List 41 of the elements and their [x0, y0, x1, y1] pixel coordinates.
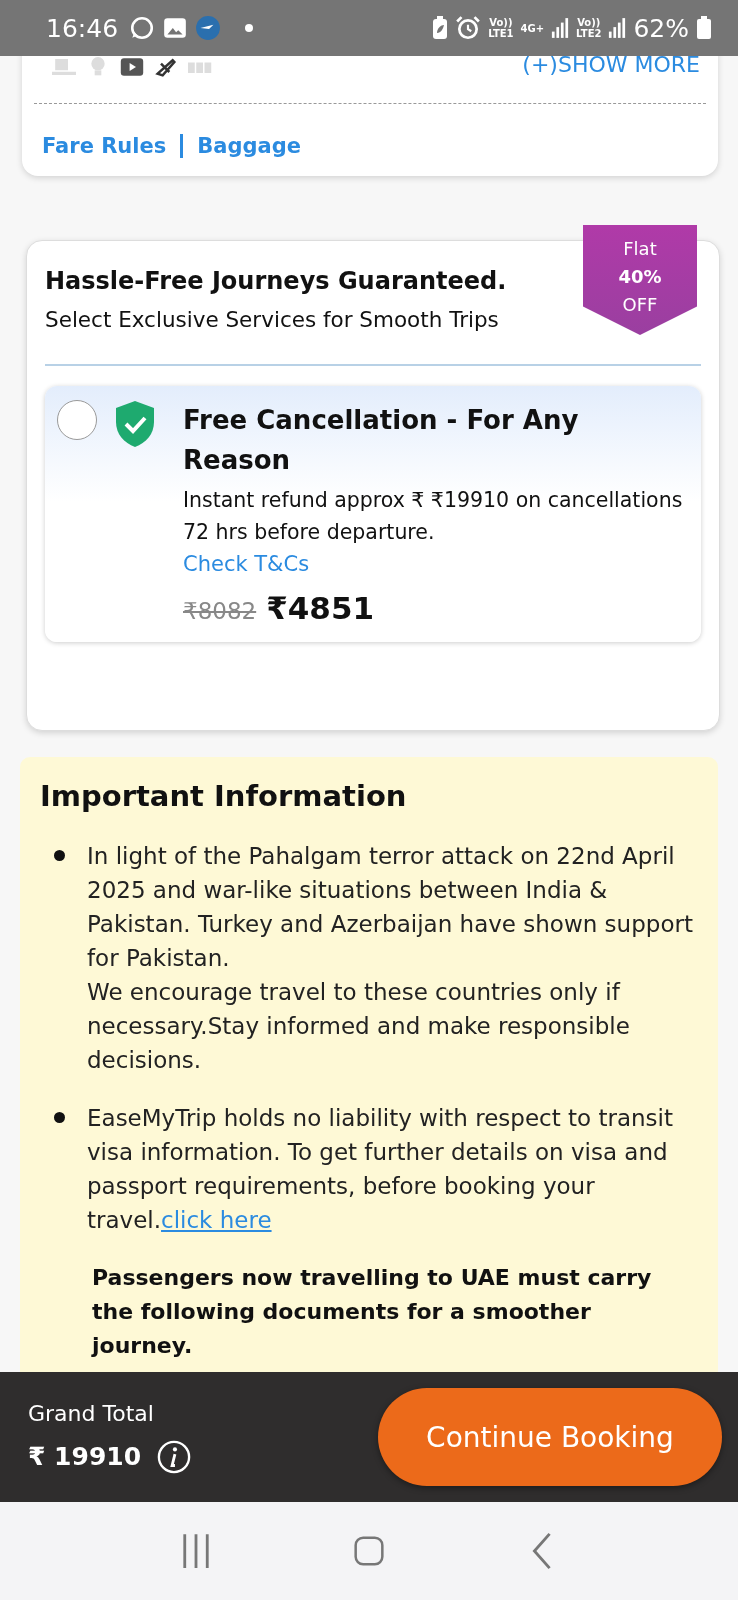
battery-level: 62% [633, 13, 689, 43]
offer-price: ₹4851 [266, 590, 375, 626]
option-title: Free Cancellation - For Any Reason [183, 404, 580, 477]
discount-ribbon: Flat 40% OFF [583, 225, 697, 335]
image-icon [162, 15, 189, 41]
information-text: In light of the Pahalgam terror attack on 22nd April 2025 and war-like situations between India & Pakistan. Turkey and Azerbaijan have shown support for Pakistan. [87, 842, 694, 973]
offer-title: Hassle-Free Journeys Guaranteed. [45, 267, 507, 295]
signal-icon [551, 17, 570, 39]
network-label: Vo)) LTE1 [488, 17, 514, 39]
option-card[interactable]: Free Cancellation - For Any Reason Instant refund approx ₹ ₹19910 on cancellations 72 hrs before departure. Check T&Cs ₹8082 ₹4851 [45, 386, 701, 642]
signal-icon [608, 17, 627, 39]
information-note: Passengers now travelling to UAE must carry the following documents for a smoother journey. [90, 1264, 653, 1360]
shield-check-icon [115, 400, 155, 448]
information-title: Important Information [40, 779, 408, 813]
app-icon [195, 15, 222, 41]
radio-button[interactable] [57, 400, 97, 440]
alarm-icon [455, 15, 482, 41]
notification-dot-icon [244, 23, 255, 33]
chat-icon [129, 15, 156, 41]
bullet-icon [54, 850, 65, 861]
grand-total-label: Grand Total [28, 1400, 155, 1426]
clock-time: 16:46 [46, 13, 119, 43]
continue-booking-button[interactable]: Continue Booking [378, 1388, 722, 1486]
information-text: We encourage travel to these countries only if necessary.Stay informed and make responsible decisions. [87, 978, 631, 1075]
fare-link[interactable]: Baggage [197, 134, 301, 158]
bullet-icon [54, 1112, 65, 1123]
grand-total-amount: ₹ 19910 [28, 1442, 142, 1471]
network-label: 4G+ [520, 22, 545, 34]
information-text: EaseMyTrip holds no liability with respect to transit visa information. To get further details on visa and passport requirements, before booking your travel.click here [87, 1104, 674, 1235]
network-label: Vo)) LTE2 [576, 17, 602, 39]
show-more-link[interactable]: (+)SHOW MORE [522, 56, 700, 77]
fare-link[interactable]: Fare Rules [42, 134, 167, 158]
terms-link[interactable]: Check T&Cs [183, 548, 310, 580]
click-here-link[interactable]: click here [161, 1207, 272, 1233]
battery-saver-icon [432, 16, 449, 40]
info-icon[interactable] [157, 1439, 192, 1474]
recents-icon[interactable] [181, 1532, 212, 1570]
option-description: Instant refund approx ₹ ₹19910 on cancellations 72 hrs before departure. [183, 487, 684, 546]
original-price: ₹8082 [183, 598, 257, 624]
battery-icon [696, 16, 712, 40]
offer-subtitle: Select Exclusive Services for Smooth Trips [45, 307, 499, 332]
